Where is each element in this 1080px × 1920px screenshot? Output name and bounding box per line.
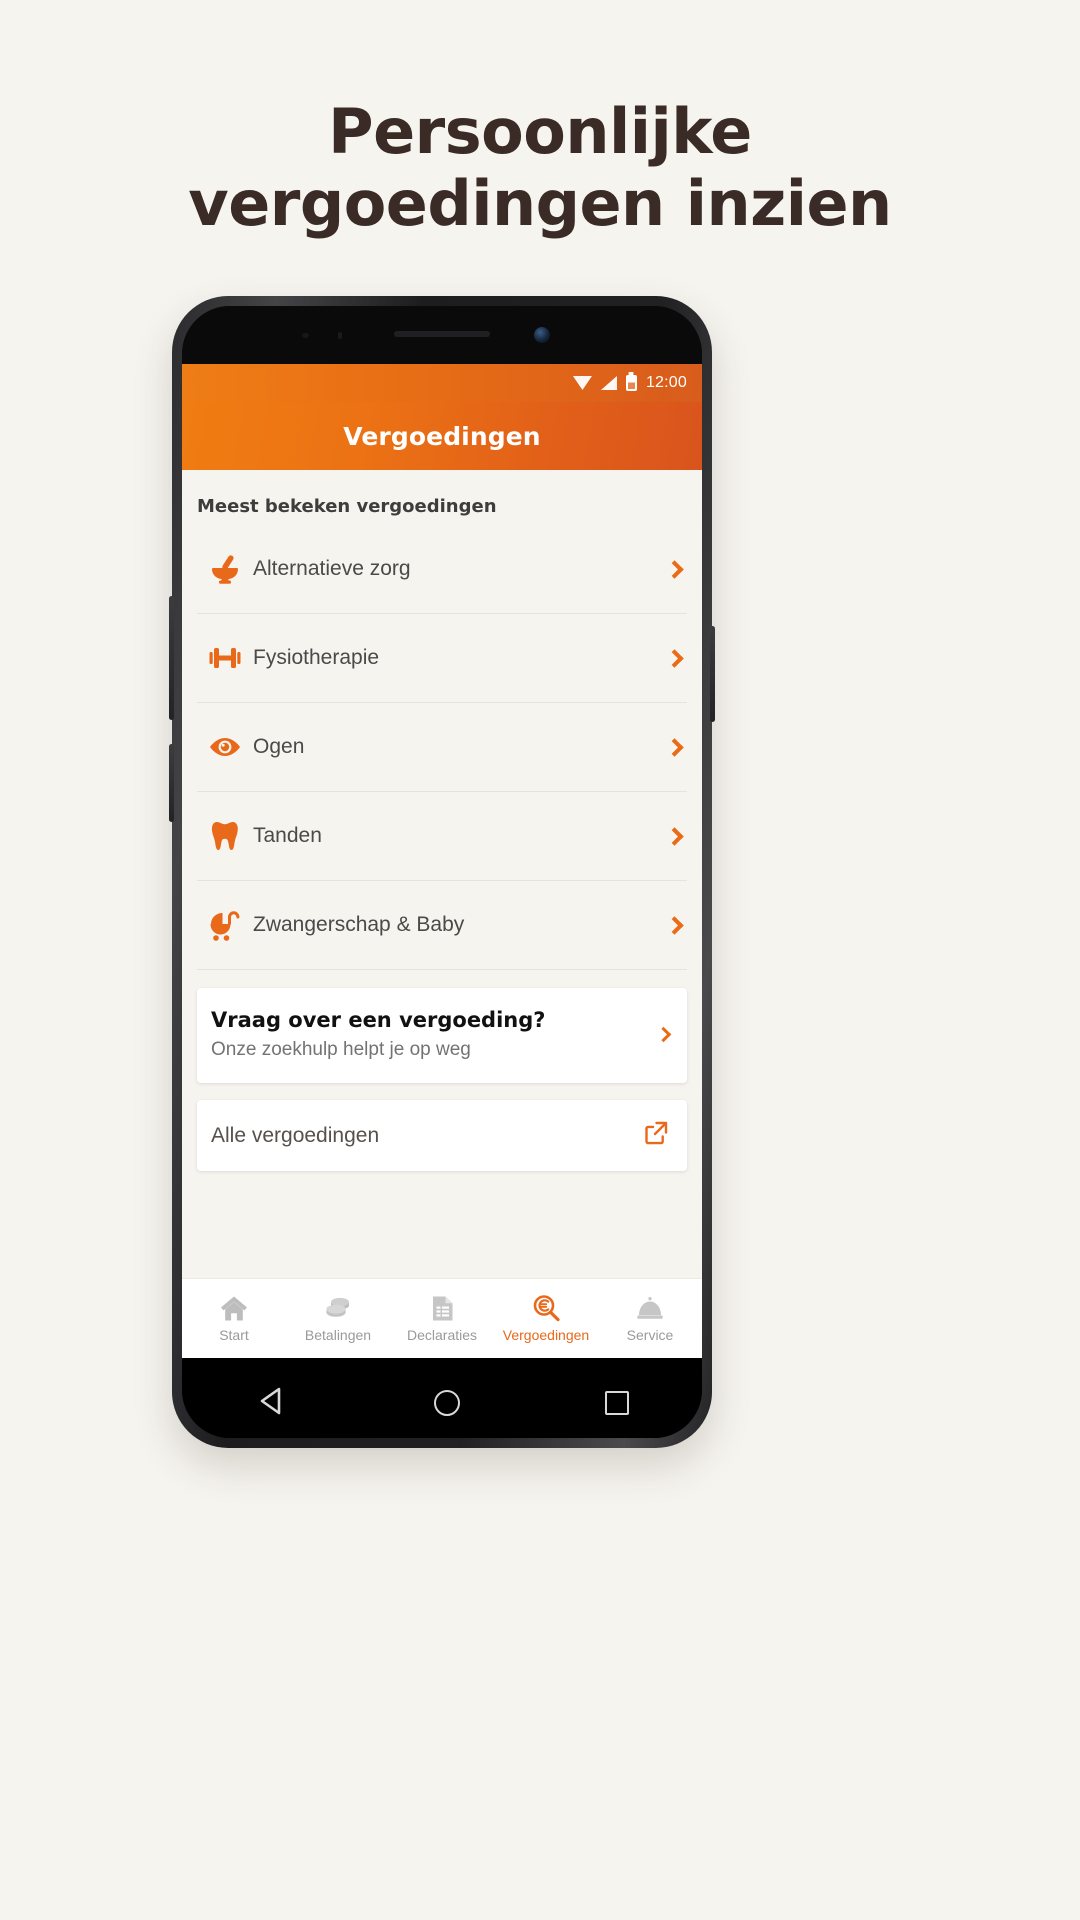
chevron-right-icon <box>643 1026 672 1043</box>
app-header-title: Vergoedingen <box>343 421 541 451</box>
list-item[interactable]: Fysiotherapie <box>197 614 687 703</box>
tab-vergoedingen[interactable]: Vergoedingen <box>494 1294 598 1343</box>
list-item-label: Tanden <box>253 824 322 847</box>
tab-label: Betalingen <box>304 1327 372 1343</box>
list-item-label: Alternatieve zorg <box>253 557 411 580</box>
phone-screen-area: 12:00 Vergoedingen Meest bekeken vergoed… <box>182 306 702 1438</box>
list-item[interactable]: Tanden <box>197 792 687 881</box>
tab-start[interactable]: Start <box>182 1294 286 1343</box>
page-title-line2: vergoedingen inzien <box>188 166 892 240</box>
status-bar: 12:00 <box>182 364 702 402</box>
list-item[interactable]: Alternatieve zorg <box>197 525 687 614</box>
list-item[interactable]: Ogen <box>197 703 687 792</box>
euro-search-icon <box>532 1294 560 1322</box>
tab-label: Start <box>219 1327 249 1343</box>
proximity-sensor-icon <box>302 333 309 338</box>
chevron-right-icon <box>657 648 687 668</box>
android-nav-bar <box>182 1358 702 1438</box>
phone-top-bezel <box>182 306 702 364</box>
power-button[interactable] <box>710 626 715 722</box>
page-title-line1: Persoonlijke <box>328 95 752 168</box>
stroller-icon <box>197 908 253 942</box>
coins-icon <box>324 1294 352 1322</box>
bottom-tab-bar: Start Betalingen Declaraties Vergoedinge… <box>182 1278 702 1358</box>
earpiece-speaker <box>394 331 490 337</box>
home-icon <box>220 1294 248 1322</box>
chevron-right-icon <box>657 559 687 579</box>
status-bar-time: 12:00 <box>645 374 687 391</box>
eye-icon <box>197 730 253 764</box>
front-camera-icon <box>534 327 550 343</box>
battery-icon <box>625 375 637 391</box>
wifi-icon <box>572 376 592 390</box>
tab-declaraties[interactable]: Declaraties <box>390 1294 494 1343</box>
app-header: Vergoedingen <box>182 402 702 470</box>
recents-icon[interactable] <box>605 1391 630 1415</box>
list-item[interactable]: Zwangerschap & Baby <box>197 881 687 970</box>
tab-betalingen[interactable]: Betalingen <box>286 1294 390 1343</box>
tab-service[interactable]: Service <box>598 1294 702 1343</box>
tooth-icon <box>197 819 253 853</box>
page-title: Persoonlijke vergoedingen inzien <box>0 0 1080 240</box>
tab-label: Vergoedingen <box>502 1327 590 1343</box>
all-vergoedingen-card[interactable]: Alle vergoedingen <box>197 1100 687 1171</box>
phone-mockup: 12:00 Vergoedingen Meest bekeken vergoed… <box>169 296 715 1448</box>
chevron-right-icon <box>657 737 687 757</box>
section-title: Meest bekeken vergoedingen <box>197 496 497 517</box>
home-icon[interactable] <box>433 1390 460 1416</box>
list-item-label: Zwangerschap & Baby <box>253 913 465 936</box>
service-bell-icon <box>636 1294 664 1322</box>
back-icon[interactable] <box>255 1386 289 1421</box>
help-card-text: Vraag over een vergoeding? Onze zoekhulp… <box>211 1008 643 1061</box>
help-card-title: Vraag over een vergoeding? <box>211 1008 546 1032</box>
help-card[interactable]: Vraag over een vergoeding? Onze zoekhulp… <box>197 988 687 1083</box>
volume-up-button[interactable] <box>169 596 174 720</box>
main-content: Meest bekeken vergoedingen Alternatieve … <box>182 470 702 1358</box>
tab-label: Service <box>626 1327 674 1343</box>
chevron-right-icon <box>657 915 687 935</box>
list-item-label: Fysiotherapie <box>253 646 380 669</box>
document-icon <box>429 1294 456 1322</box>
volume-down-button[interactable] <box>169 744 174 822</box>
external-link-icon <box>643 1120 669 1151</box>
light-sensor-icon <box>338 332 342 339</box>
list-item-label: Ogen <box>253 735 305 758</box>
tab-label: Declaraties <box>406 1327 478 1343</box>
all-vergoedingen-label: Alle vergoedingen <box>211 1123 380 1147</box>
app-screen: 12:00 Vergoedingen Meest bekeken vergoed… <box>182 364 702 1358</box>
help-card-subtitle: Onze zoekhulp helpt je op weg <box>211 1039 471 1060</box>
dumbbell-icon <box>197 641 253 675</box>
chevron-right-icon <box>657 826 687 846</box>
mortar-pestle-icon <box>197 552 253 586</box>
signal-icon <box>600 376 617 390</box>
